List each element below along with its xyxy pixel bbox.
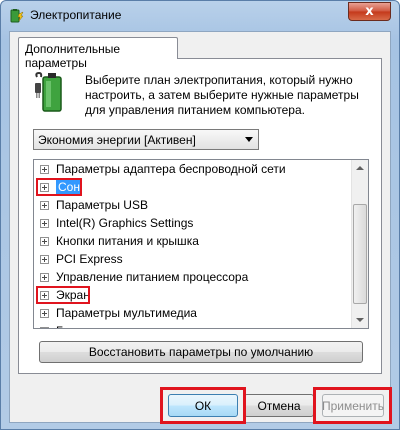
tree-item[interactable]: Батарея — [34, 322, 352, 328]
expand-plus-icon[interactable] — [40, 218, 49, 228]
description-text: Выберите план электропитания, который ну… — [85, 73, 359, 117]
tree-item-label: Кнопки питания и крышка — [56, 234, 199, 248]
power-options-window: Электропитание x Дополнительные параметр… — [0, 0, 400, 430]
power-plan-select[interactable]: Экономия энергии [Активен] — [33, 129, 259, 150]
tree-item[interactable]: Сон — [34, 178, 352, 196]
expand-plus-icon[interactable] — [40, 308, 49, 318]
tree-item-label: Параметры USB — [56, 198, 148, 212]
tree-item-label: Батарея — [56, 324, 102, 328]
title-bar[interactable]: Электропитание x — [1, 1, 399, 29]
tree-item-label: Параметры мультимедиа — [56, 306, 197, 320]
scroll-up-button[interactable] — [352, 160, 368, 177]
expand-plus-icon[interactable] — [40, 200, 49, 210]
expand-plus-icon[interactable] — [40, 236, 49, 246]
tree-item[interactable]: Параметры адаптера беспроводной сети — [34, 160, 352, 178]
restore-defaults-button[interactable]: Восстановить параметры по умолчанию — [39, 341, 363, 363]
tree-item-label: Сон — [56, 180, 82, 194]
tree-list: Параметры адаптера беспроводной сети Сон П… — [34, 160, 352, 328]
tree-item-label: Параметры адаптера беспроводной сети — [56, 162, 286, 176]
battery-plug-icon — [35, 71, 62, 112]
chevron-down-icon[interactable] — [245, 137, 253, 142]
expand-plus-icon[interactable] — [40, 272, 49, 282]
scroll-thumb[interactable] — [353, 204, 367, 304]
window-title: Электропитание — [30, 8, 122, 22]
tree-item[interactable]: Кнопки питания и крышка — [34, 232, 352, 250]
dialog-body: Дополнительные параметры Выберите план э… — [9, 31, 392, 424]
expand-plus-icon[interactable] — [40, 164, 49, 174]
power-plan-value: Экономия энергии [Активен] — [38, 133, 196, 147]
tree-item[interactable]: Управление питанием процессора — [34, 268, 352, 286]
expand-plus-icon[interactable] — [40, 254, 49, 264]
tree-item[interactable]: Параметры мультимедиа — [34, 304, 352, 322]
close-button[interactable]: x — [348, 2, 391, 21]
expand-plus-icon[interactable] — [40, 326, 49, 328]
tree-item[interactable]: PCI Express — [34, 250, 352, 268]
tab-advanced-settings[interactable]: Дополнительные параметры — [18, 37, 178, 70]
tree-item[interactable]: Экран — [34, 286, 352, 304]
scroll-down-button[interactable] — [352, 311, 368, 328]
arrow-down-icon — [356, 318, 364, 322]
tree-item-label: Экран — [56, 288, 90, 302]
arrow-up-icon — [356, 166, 364, 170]
expand-plus-icon[interactable] — [40, 182, 49, 192]
apply-button[interactable]: Применить — [322, 394, 384, 417]
tree-item[interactable]: Intel(R) Graphics Settings — [34, 214, 352, 232]
expand-plus-icon[interactable] — [40, 290, 49, 300]
cancel-button[interactable]: Отмена — [244, 394, 314, 417]
vertical-scrollbar[interactable] — [351, 160, 368, 328]
tree-item-label: Intel(R) Graphics Settings — [56, 216, 194, 230]
tree-item-label: PCI Express — [56, 252, 123, 266]
tab-panel: Выберите план электропитания, который ну… — [18, 58, 382, 374]
power-options-icon — [10, 9, 24, 23]
tree-item-label: Управление питанием процессора — [56, 270, 249, 284]
tree-item[interactable]: Параметры USB — [34, 196, 352, 214]
ok-button[interactable]: ОК — [168, 394, 238, 417]
settings-tree[interactable]: Параметры адаптера беспроводной сети Сон П… — [33, 159, 369, 329]
close-icon: x — [365, 4, 374, 19]
